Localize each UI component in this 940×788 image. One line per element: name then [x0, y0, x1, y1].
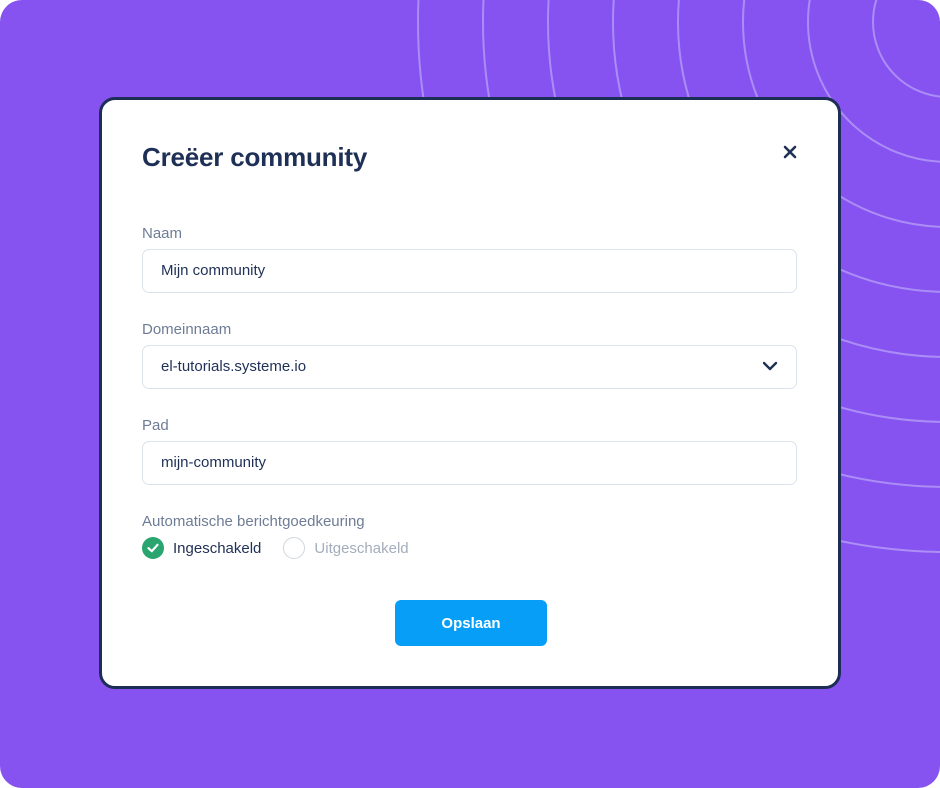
radio-enabled[interactable]: Ingeschakeld — [142, 537, 261, 559]
radio-disabled-label: Uitgeschakeld — [314, 539, 409, 557]
page-background: Creëer community Naam Mijn community Dom… — [0, 0, 940, 788]
domain-select[interactable]: el-tutorials.systeme.io — [142, 345, 797, 389]
check-circle-icon — [142, 537, 164, 559]
save-button[interactable]: Opslaan — [395, 600, 547, 646]
dialog-title: Creëer community — [142, 142, 368, 172]
auto-approval-label: Automatische berichtgoedkeuring — [142, 513, 365, 530]
path-input[interactable]: mijn-community — [142, 441, 797, 485]
path-label: Pad — [142, 417, 169, 434]
create-community-dialog: Creëer community Naam Mijn community Dom… — [99, 97, 841, 689]
auto-approval-radio-group: Ingeschakeld Uitgeschakeld — [142, 536, 431, 560]
name-input[interactable]: Mijn community — [142, 249, 797, 293]
close-icon — [783, 145, 797, 159]
path-input-value: mijn-community — [161, 454, 267, 471]
radio-enabled-label: Ingeschakeld — [173, 539, 262, 557]
radio-disabled[interactable]: Uitgeschakeld — [283, 537, 409, 559]
domain-label: Domeinnaam — [142, 321, 232, 338]
chevron-down-icon — [762, 361, 778, 371]
name-label: Naam — [142, 225, 183, 242]
close-button[interactable] — [778, 140, 802, 164]
name-input-value: Mijn community — [161, 262, 266, 279]
domain-select-value: el-tutorials.systeme.io — [161, 358, 307, 375]
radio-empty-icon — [283, 537, 306, 559]
